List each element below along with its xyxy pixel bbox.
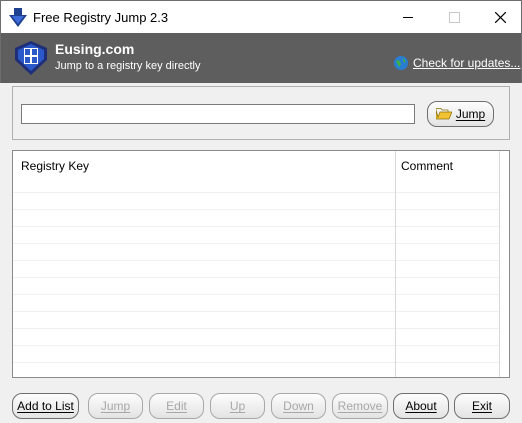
remove-button[interactable]: Remove xyxy=(332,393,388,419)
column-divider[interactable] xyxy=(395,151,396,377)
list-jump-button[interactable]: Jump xyxy=(88,393,143,419)
empty-row xyxy=(13,363,499,377)
remove-label: Remove xyxy=(337,399,383,413)
add-to-list-button[interactable]: Add to List xyxy=(12,393,79,419)
add-to-list-label: Add to List xyxy=(17,399,74,413)
empty-row xyxy=(13,261,499,278)
empty-row xyxy=(13,244,499,261)
globe-update-icon xyxy=(394,56,408,70)
edit-label: Edit xyxy=(166,399,187,413)
tagline: Jump to a registry key directly xyxy=(55,60,201,72)
empty-row xyxy=(13,176,499,193)
up-button[interactable]: Up xyxy=(210,393,265,419)
down-button[interactable]: Down xyxy=(271,393,326,419)
up-label: Up xyxy=(229,399,246,413)
registry-key-input[interactable] xyxy=(21,104,415,124)
check-updates-link[interactable]: Check for updates... xyxy=(413,56,520,70)
about-label: About xyxy=(405,399,437,413)
minimize-button[interactable] xyxy=(385,1,431,34)
list-rows xyxy=(13,176,499,377)
about-button[interactable]: About xyxy=(393,393,449,419)
folder-open-icon xyxy=(435,108,452,120)
empty-row xyxy=(13,329,499,346)
empty-row xyxy=(13,312,499,329)
empty-row xyxy=(13,295,499,312)
brand-name: Eusing.com xyxy=(55,41,135,57)
minimize-icon xyxy=(403,17,413,18)
down-label: Down xyxy=(283,399,314,413)
exit-button[interactable]: Exit xyxy=(454,393,510,419)
registry-key-list[interactable]: Registry Key Comment xyxy=(12,150,510,378)
close-icon xyxy=(494,12,506,23)
list-jump-label: Jump xyxy=(100,399,131,413)
jump-button[interactable]: Jump xyxy=(427,101,494,127)
close-button[interactable] xyxy=(477,1,522,34)
maximize-icon xyxy=(448,12,460,23)
jump-button-label: Jump xyxy=(455,107,486,121)
eusing-logo-icon xyxy=(15,41,47,75)
exit-label: Exit xyxy=(471,399,492,413)
edit-button[interactable]: Edit xyxy=(149,393,204,419)
column-divider[interactable] xyxy=(499,151,500,377)
window-title: Free Registry Jump 2.3 xyxy=(33,10,169,25)
column-header-registry-key[interactable]: Registry Key xyxy=(21,159,89,173)
column-header-comment[interactable]: Comment xyxy=(401,159,453,173)
empty-row xyxy=(13,193,499,210)
maximize-button xyxy=(431,1,477,34)
app-icon xyxy=(9,8,27,27)
header-banner: Eusing.com Jump to a registry key direct… xyxy=(0,33,522,83)
empty-row xyxy=(13,278,499,295)
empty-row xyxy=(13,227,499,244)
empty-row xyxy=(13,346,499,363)
empty-row xyxy=(13,210,499,227)
list-header: Registry Key Comment xyxy=(13,151,499,176)
jump-panel: Jump xyxy=(12,86,510,140)
title-bar: Free Registry Jump 2.3 xyxy=(0,0,522,33)
